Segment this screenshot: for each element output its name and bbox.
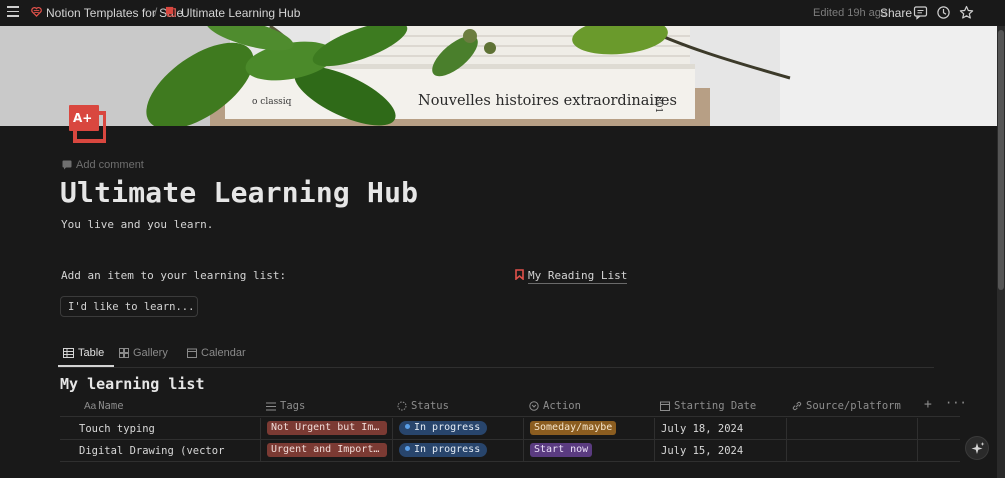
- action-badge: Start now: [530, 443, 593, 457]
- row-name[interactable]: Digital Drawing (vector: [79, 445, 224, 457]
- calendar-icon: [660, 401, 670, 411]
- column-source-label: Source/platform: [806, 400, 901, 412]
- tab-calendar-label: Calendar: [201, 347, 246, 359]
- add-comment-label: Add comment: [76, 159, 144, 171]
- tab-calendar[interactable]: Calendar: [187, 347, 246, 367]
- tab-table-label: Table: [78, 347, 105, 359]
- ai-assistant-button[interactable]: [965, 436, 989, 460]
- tag-badge: Not Urgent but Im…: [267, 421, 387, 435]
- status-badge: In progress: [399, 443, 488, 457]
- reading-list-label: My Reading List: [528, 269, 628, 284]
- column-tags-label: Tags: [280, 400, 306, 412]
- action-badge: Someday/maybe: [530, 421, 617, 435]
- more-options-icon[interactable]: ···: [945, 396, 967, 410]
- book-title-text: Nouvelles histoires extraordinaires: [418, 93, 677, 109]
- comments-icon[interactable]: [913, 5, 928, 20]
- heart-logo-icon: [31, 6, 42, 17]
- date-cell[interactable]: July 18, 2024: [654, 418, 786, 440]
- bookmark-icon: [515, 269, 524, 281]
- column-action[interactable]: Action: [529, 400, 581, 412]
- favorite-star-icon[interactable]: [959, 5, 974, 20]
- action-cell[interactable]: Someday/maybe: [523, 418, 654, 440]
- cover-image: o classiq Nouvelles histoires extraordin…: [0, 26, 997, 126]
- status-dot: [405, 424, 410, 429]
- comment-icon: [62, 160, 72, 170]
- tabs-divider: [58, 367, 934, 368]
- page-title[interactable]: Ultimate Learning Hub: [60, 176, 418, 209]
- table-row[interactable]: Touch typing Not Urgent but Im… In progr…: [60, 418, 960, 440]
- book-partial-text: o classiq: [252, 97, 292, 107]
- link-icon: [792, 401, 802, 411]
- select-icon: [529, 401, 539, 411]
- status-cell[interactable]: In progress: [392, 440, 523, 462]
- tab-gallery[interactable]: Gallery: [119, 347, 168, 367]
- learn-button[interactable]: I'd like to learn...: [60, 296, 198, 317]
- status-label: In progress: [414, 422, 481, 433]
- gallery-icon: [119, 348, 129, 358]
- column-starting-date-label: Starting Date: [674, 400, 757, 412]
- share-button[interactable]: Share: [880, 6, 912, 20]
- column-source[interactable]: Source/platform: [792, 400, 901, 412]
- cover-photo: o classiq Nouvelles histoires extraordin…: [0, 26, 997, 126]
- empty-cell: [917, 440, 960, 462]
- table-icon: [63, 348, 74, 358]
- breadcrumb-current[interactable]: Ultimate Learning Hub: [181, 6, 300, 20]
- row-name[interactable]: Touch typing: [79, 423, 155, 435]
- action-cell[interactable]: Start now: [523, 440, 654, 462]
- add-property-icon[interactable]: +: [924, 397, 932, 412]
- status-dot: [405, 446, 410, 451]
- row-date: July 15, 2024: [661, 445, 744, 457]
- column-status[interactable]: Status: [397, 400, 449, 412]
- tag-badge: Urgent and Import…: [267, 443, 387, 457]
- status-badge: In progress: [399, 421, 488, 435]
- sparkle-icon: [971, 442, 985, 454]
- row-date: July 18, 2024: [661, 423, 744, 435]
- page-icon[interactable]: A+: [68, 104, 106, 144]
- column-tags[interactable]: Tags: [266, 400, 305, 412]
- table-row[interactable]: Digital Drawing (vector Urgent and Impor…: [60, 440, 960, 462]
- edited-timestamp: Edited 19h ago: [813, 7, 888, 19]
- status-icon: [397, 401, 407, 411]
- scrollbar-thumb[interactable]: [998, 30, 1004, 290]
- date-cell[interactable]: July 15, 2024: [654, 440, 786, 462]
- column-name-label: Name: [98, 400, 124, 412]
- list-icon: [266, 402, 276, 411]
- add-comment-button[interactable]: Add comment: [62, 159, 144, 171]
- book-spine-text: 801: [653, 96, 663, 113]
- page-icon-small: [165, 6, 176, 17]
- tags-cell[interactable]: Not Urgent but Im…: [260, 418, 392, 440]
- tab-gallery-label: Gallery: [133, 347, 168, 359]
- column-starting-date[interactable]: Starting Date: [660, 400, 756, 412]
- source-cell[interactable]: [786, 440, 917, 462]
- breadcrumb-parent[interactable]: Notion Templates for Sale: [46, 6, 183, 20]
- status-label: In progress: [414, 444, 481, 455]
- status-cell[interactable]: In progress: [392, 418, 523, 440]
- breadcrumb-separator: /: [154, 5, 158, 19]
- page-subtitle[interactable]: You live and you learn.: [61, 218, 213, 231]
- tags-cell[interactable]: Urgent and Import…: [260, 440, 392, 462]
- column-action-label: Action: [543, 400, 581, 412]
- reading-list-link[interactable]: My Reading List: [515, 269, 628, 284]
- source-cell[interactable]: [786, 418, 917, 440]
- table-header: Aa Name Tags Status Action Starting Date …: [60, 396, 967, 417]
- history-icon[interactable]: [936, 5, 951, 20]
- database-title[interactable]: My learning list: [60, 375, 205, 393]
- column-status-label: Status: [411, 400, 449, 412]
- menu-icon[interactable]: [7, 6, 19, 18]
- calendar-icon: [187, 348, 197, 358]
- add-item-label: Add an item to your learning list:: [61, 269, 287, 282]
- tab-table[interactable]: Table: [63, 347, 104, 367]
- empty-cell: [917, 418, 960, 440]
- column-name[interactable]: Aa Name: [84, 400, 124, 412]
- text-type-icon: Aa: [84, 401, 97, 412]
- top-bar: Notion Templates for Sale / Ultimate Lea…: [0, 0, 1005, 26]
- page-icon-text: A+: [73, 111, 92, 125]
